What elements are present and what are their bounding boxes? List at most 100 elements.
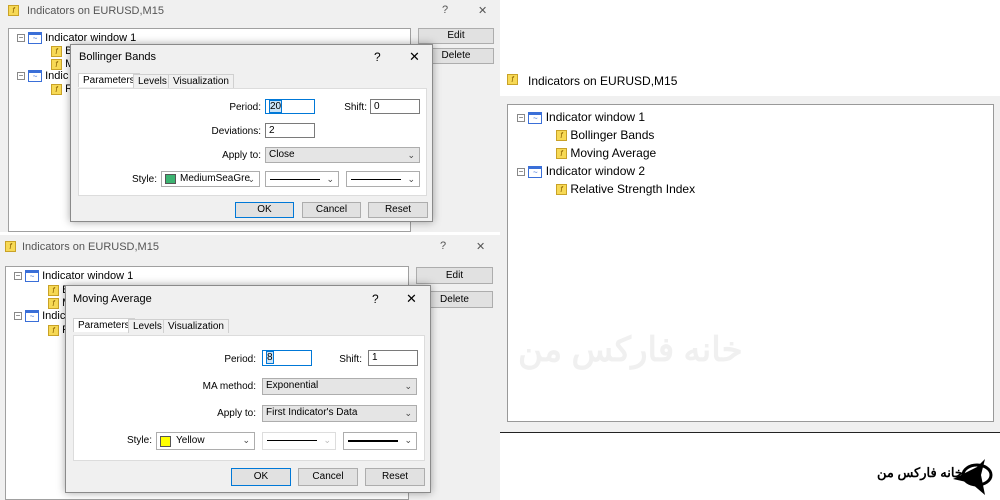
ma-method-label: MA method: <box>202 381 256 392</box>
tab-levels[interactable]: Levels <box>133 74 172 88</box>
line-style-select[interactable]: ⌄ <box>262 432 336 450</box>
close-button[interactable]: ✕ <box>409 49 420 65</box>
chevron-down-icon: ⌄ <box>407 174 415 184</box>
edit-button[interactable]: Edit <box>416 267 493 284</box>
chevron-down-icon: ⌄ <box>404 408 412 418</box>
moving-average-dialog: Moving Average ? ✕ Parameters Levels Vis… <box>65 285 431 493</box>
tree-item-window1[interactable]: − ~ Indicator window 1 <box>517 110 645 124</box>
tree-item-rsi[interactable]: f Relative Strength Index <box>556 182 695 196</box>
help-button[interactable]: ? <box>442 4 448 16</box>
apply-to-value: Close <box>269 149 295 160</box>
tree-item-bb[interactable]: f Bollinger Bands <box>556 128 654 142</box>
apply-to-label: Apply to: <box>217 408 256 419</box>
close-button[interactable]: ✕ <box>476 240 485 253</box>
cancel-button[interactable]: Cancel <box>298 468 358 486</box>
apply-to-select[interactable]: Close ⌄ <box>265 147 420 163</box>
watermark: خانه فارکس من <box>518 331 743 369</box>
dialog-title: Bollinger Bands <box>79 51 157 63</box>
period-label: Period: <box>224 354 256 365</box>
chevron-down-icon: ⌄ <box>404 381 412 391</box>
tree-label: Indic <box>45 70 69 82</box>
tree-item-window2[interactable]: − ~ Indicator window 2 <box>517 164 645 178</box>
line-style-preview <box>267 440 317 441</box>
tab-visualization[interactable]: Visualization <box>163 319 229 333</box>
indicators-window-right: − ~ Indicator window 1 f Bollinger Bands… <box>500 96 1000 433</box>
chevron-down-icon: ⌄ <box>407 150 415 160</box>
collapse-icon[interactable]: − <box>517 167 525 176</box>
help-button[interactable]: ? <box>440 240 446 252</box>
collapse-icon[interactable]: − <box>14 272 22 281</box>
ma-method-value: Exponential <box>266 380 319 391</box>
indicator-window-icon: ~ <box>28 32 43 45</box>
tree-item-ma[interactable]: f Moving Average <box>556 146 656 160</box>
function-icon: f <box>556 148 567 160</box>
color-name: MediumSeaGre <box>180 173 251 184</box>
close-button[interactable]: ✕ <box>478 4 487 17</box>
period-label: Period: <box>229 102 261 113</box>
dialog-title: Moving Average <box>73 293 152 305</box>
deviations-input[interactable]: 2 <box>265 123 315 138</box>
indicator-window-icon: ~ <box>25 310 40 323</box>
ok-button[interactable]: OK <box>235 202 294 218</box>
tree-item-window1[interactable]: − ~ Indicator window 1 <box>17 32 137 45</box>
function-icon: f <box>51 83 62 95</box>
line-style-preview <box>270 179 320 180</box>
shift-input[interactable]: 0 <box>370 99 420 114</box>
collapse-icon[interactable]: − <box>14 312 22 321</box>
window-icon: f <box>5 240 16 252</box>
reset-button[interactable]: Reset <box>365 468 425 486</box>
tree-label: Indicator window 1 <box>45 32 137 44</box>
chevron-down-icon: ⌄ <box>242 435 250 445</box>
line-width-select[interactable]: ⌄ <box>343 432 417 450</box>
ma-method-select[interactable]: Exponential ⌄ <box>262 378 417 395</box>
function-icon: f <box>48 324 59 336</box>
chevron-down-icon: ⌄ <box>323 435 331 445</box>
function-icon: f <box>51 45 62 57</box>
line-width-preview <box>348 440 398 442</box>
indicator-tree[interactable]: − ~ Indicator window 1 f Bollinger Bands… <box>507 104 994 422</box>
reset-button[interactable]: Reset <box>368 202 428 218</box>
line-width-preview <box>351 179 401 180</box>
tab-parameters[interactable]: Parameters <box>73 318 135 332</box>
cancel-button[interactable]: Cancel <box>302 202 361 218</box>
color-select[interactable]: MediumSeaGre ⌄ <box>161 171 260 187</box>
chevron-down-icon: ⌄ <box>247 174 255 184</box>
apply-to-select[interactable]: First Indicator's Data ⌄ <box>262 405 417 422</box>
logo-mark-icon <box>953 459 993 495</box>
line-style-select[interactable]: ⌄ <box>265 171 339 187</box>
tree-label: Indicator window 2 <box>545 164 646 178</box>
function-icon: f <box>556 130 567 142</box>
function-icon: f <box>48 284 59 296</box>
indicator-window-icon: ~ <box>528 165 543 178</box>
window-icon: f <box>507 73 518 85</box>
tree-label: Indicator window 1 <box>42 270 134 282</box>
tab-parameters[interactable]: Parameters <box>78 73 140 87</box>
period-input[interactable]: 8 <box>262 350 312 366</box>
tree-label: Bollinger Bands <box>570 128 655 142</box>
tab-levels[interactable]: Levels <box>128 319 167 333</box>
color-select[interactable]: Yellow ⌄ <box>156 432 255 450</box>
apply-to-label: Apply to: <box>222 150 261 161</box>
tab-visualization[interactable]: Visualization <box>168 74 234 88</box>
close-button[interactable]: ✕ <box>406 291 417 307</box>
brand-logo: خانه فارکس من <box>875 455 995 497</box>
help-button[interactable]: ? <box>372 292 379 306</box>
shift-input[interactable]: 1 <box>368 350 418 366</box>
collapse-icon[interactable]: − <box>17 72 25 81</box>
indicator-window-icon: ~ <box>528 111 543 124</box>
collapse-icon[interactable]: − <box>517 113 525 122</box>
tree-item-window2[interactable]: − ~ Indic <box>17 70 69 83</box>
ok-button[interactable]: OK <box>231 468 291 486</box>
period-input[interactable]: 20 <box>265 99 315 114</box>
line-width-select[interactable]: ⌄ <box>346 171 420 187</box>
bollinger-bands-dialog: Bollinger Bands ? ✕ Parameters Levels Vi… <box>70 44 433 222</box>
tree-item-window2[interactable]: − ~ Indic <box>14 310 65 323</box>
tree-label: Moving Average <box>570 146 657 160</box>
indicator-window-icon: ~ <box>28 70 43 83</box>
collapse-icon[interactable]: − <box>17 34 25 43</box>
shift-label: Shift: <box>344 102 367 113</box>
style-label: Style: <box>131 174 157 185</box>
edit-button[interactable]: Edit <box>418 28 494 44</box>
help-button[interactable]: ? <box>374 50 381 64</box>
tree-item-window1[interactable]: − ~ Indicator window 1 <box>14 270 134 283</box>
